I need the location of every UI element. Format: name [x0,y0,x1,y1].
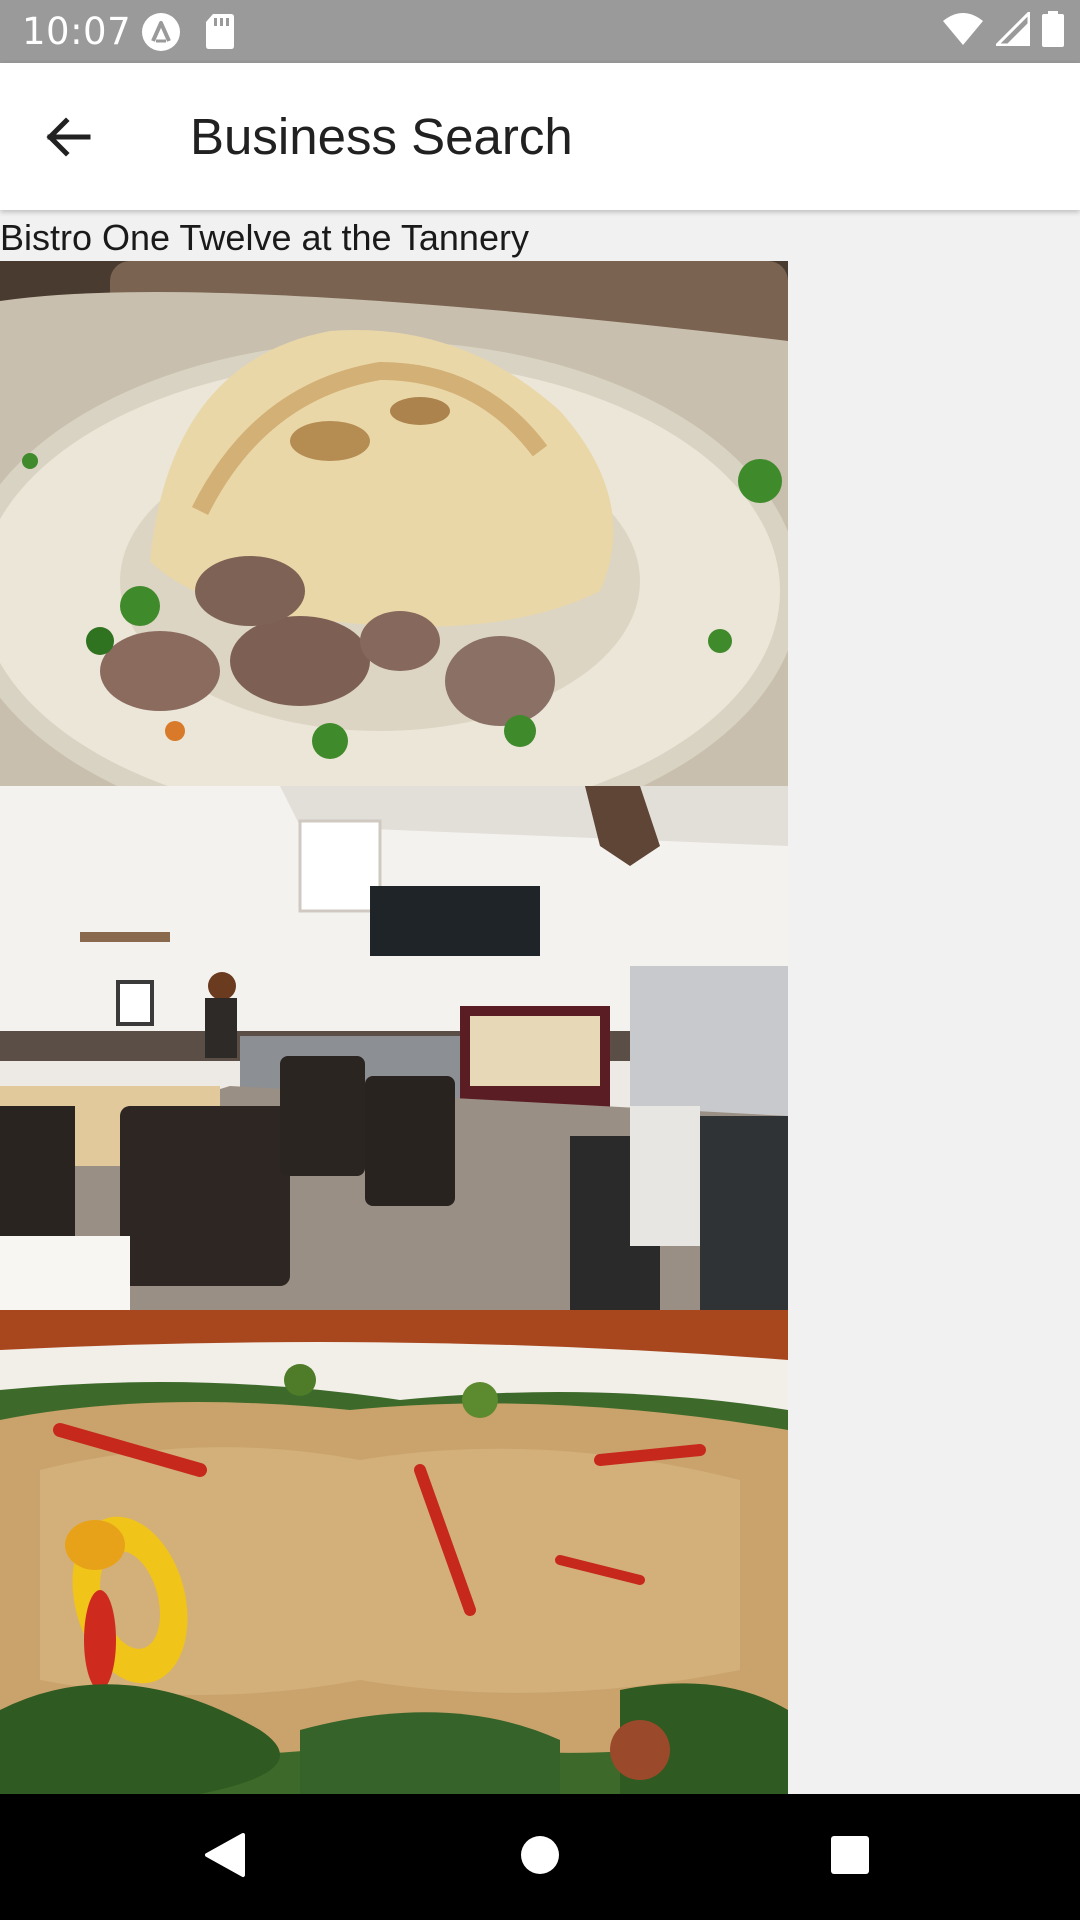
nav-back-button[interactable] [195,1827,255,1887]
recents-square-icon [830,1835,870,1879]
back-triangle-icon [203,1831,247,1883]
app-notification-icon [141,12,181,56]
wifi-icon [942,12,984,50]
back-button[interactable] [24,95,112,183]
home-circle-icon [519,1834,561,1880]
quinoa-salad-photo[interactable] [0,1310,788,1794]
nav-recents-button[interactable] [820,1827,880,1887]
navigation-bar [0,1794,1080,1920]
business-name: Bistro One Twelve at the Tannery [0,217,529,258]
battery-icon [1042,11,1064,51]
shepherds-pie-photo[interactable] [0,261,788,786]
app-bar: Business Search [0,63,1080,210]
status-time: 10:07 [22,10,132,53]
status-bar: 10:07 [0,0,1080,63]
sd-card-icon [205,12,235,54]
dining-room-photo[interactable] [0,786,788,1310]
arrow-back-icon [44,113,92,165]
business-detail: Bistro One Twelve at the Tannery [0,210,1080,1794]
page-title: Business Search [190,108,573,165]
nav-home-button[interactable] [510,1827,570,1887]
cell-signal-icon [993,9,1031,50]
